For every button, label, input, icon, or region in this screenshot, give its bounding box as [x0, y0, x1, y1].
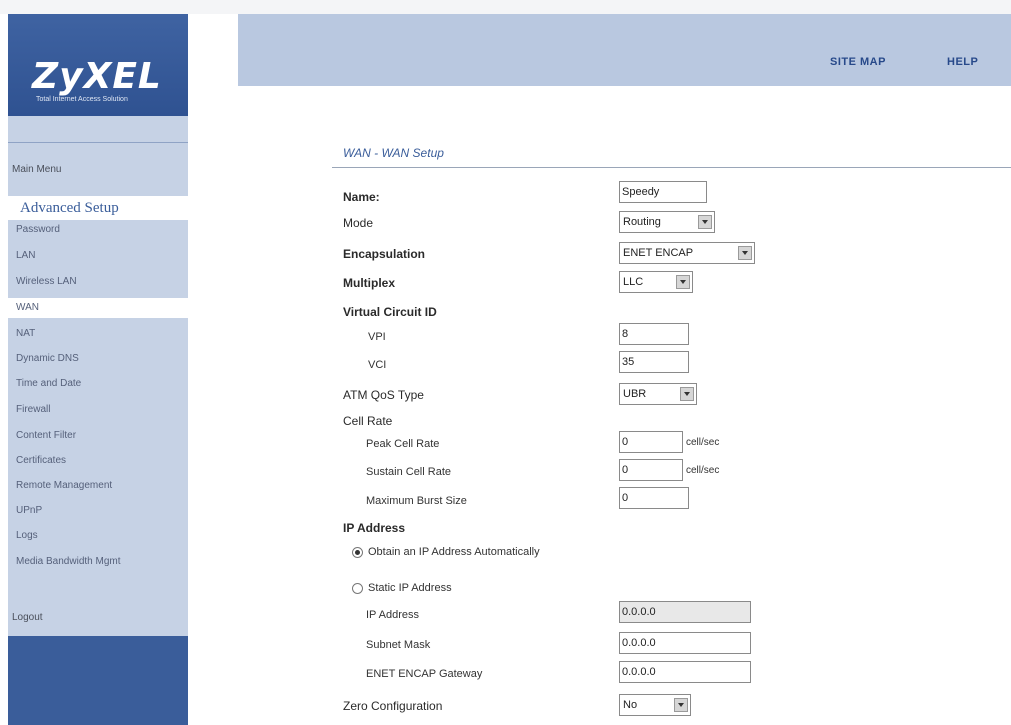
- vci-label: VCI: [368, 359, 387, 371]
- sidebar-item-logs[interactable]: Logs: [16, 530, 38, 541]
- chevron-down-icon: [674, 698, 688, 712]
- atm-qos-label: ATM QoS Type: [343, 388, 424, 402]
- page-title: WAN - WAN Setup: [343, 146, 444, 160]
- subnet-mask-label: Subnet Mask: [366, 639, 431, 651]
- sustain-cell-rate-input[interactable]: 0: [619, 459, 683, 481]
- help-link[interactable]: HELP: [947, 56, 978, 68]
- sidebar-item-dynamic-dns[interactable]: Dynamic DNS: [16, 353, 79, 364]
- sidebar-item-certificates[interactable]: Certificates: [16, 455, 66, 466]
- gateway-label: ENET ENCAP Gateway: [366, 668, 483, 680]
- chevron-down-icon: [698, 215, 712, 229]
- chevron-down-icon: [680, 387, 694, 401]
- sidebar-item-content-filter[interactable]: Content Filter: [16, 430, 76, 441]
- sidebar-item-wan-label: WAN: [16, 302, 39, 313]
- gateway-input[interactable]: 0.0.0.0: [619, 661, 751, 683]
- virtual-circuit-label: Virtual Circuit ID: [343, 305, 437, 319]
- ip-address-label: IP Address: [366, 609, 419, 621]
- sustain-cell-rate-label: Sustain Cell Rate: [366, 466, 451, 478]
- zyxel-logo: ZyXEL: [32, 56, 162, 97]
- multiplex-select[interactable]: LLC: [619, 271, 693, 293]
- vci-input[interactable]: 35: [619, 351, 689, 373]
- multiplex-value: LLC: [623, 276, 644, 288]
- sidebar-item-nat[interactable]: NAT: [16, 328, 35, 339]
- main-menu-link[interactable]: Main Menu: [12, 164, 61, 175]
- sidebar-item-remote-management[interactable]: Remote Management: [16, 480, 112, 491]
- menu-separator: [8, 142, 188, 143]
- chevron-down-icon: [676, 275, 690, 289]
- vpi-label: VPI: [368, 331, 386, 343]
- encapsulation-select[interactable]: ENET ENCAP: [619, 242, 755, 264]
- vpi-input[interactable]: 8: [619, 323, 689, 345]
- peak-cell-rate-label: Peak Cell Rate: [366, 438, 440, 450]
- max-burst-size-input[interactable]: 0: [619, 487, 689, 509]
- sustain-cell-rate-unit: cell/sec: [686, 465, 720, 476]
- encapsulation-label: Encapsulation: [343, 247, 426, 261]
- logo-tagline: Total Internet Access Solution: [36, 96, 128, 103]
- peak-cell-rate-input[interactable]: 0: [619, 431, 683, 453]
- chevron-down-icon: [738, 246, 752, 260]
- multiplex-label: Multiplex: [343, 276, 396, 290]
- logout-link[interactable]: Logout: [12, 612, 43, 623]
- sidebar-item-password[interactable]: Password: [16, 224, 60, 235]
- name-label: Name:: [343, 190, 380, 204]
- ip-address-input[interactable]: 0.0.0.0: [619, 601, 751, 623]
- static-ip-radio[interactable]: [352, 583, 363, 594]
- top-band: [0, 0, 1011, 14]
- atm-qos-value: UBR: [623, 388, 647, 400]
- sidebar: ZyXEL Total Internet Access Solution Mai…: [8, 14, 188, 725]
- sidebar-item-wireless-lan[interactable]: Wireless LAN: [16, 276, 77, 287]
- peak-cell-rate-unit: cell/sec: [686, 437, 720, 448]
- sidebar-item-wan[interactable]: WAN: [8, 298, 188, 318]
- site-map-link[interactable]: SITE MAP: [830, 56, 886, 68]
- sidebar-item-firewall[interactable]: Firewall: [16, 404, 50, 415]
- zero-config-select[interactable]: No: [619, 694, 691, 716]
- sidebar-item-media-bandwidth[interactable]: Media Bandwidth Mgmt: [16, 556, 121, 567]
- sidebar-item-time-and-date[interactable]: Time and Date: [16, 378, 81, 389]
- max-burst-size-label: Maximum Burst Size: [366, 495, 467, 507]
- name-input[interactable]: Speedy: [619, 181, 707, 203]
- logo-area: ZyXEL Total Internet Access Solution: [8, 14, 188, 116]
- advanced-setup-label: Advanced Setup: [20, 200, 119, 216]
- subnet-mask-input[interactable]: 0.0.0.0: [619, 632, 751, 654]
- header-bar: SITE MAP HELP: [238, 14, 1011, 86]
- atm-qos-select[interactable]: UBR: [619, 383, 697, 405]
- mode-label: Mode: [343, 216, 374, 230]
- cell-rate-label: Cell Rate: [343, 414, 393, 428]
- static-ip-label: Static IP Address: [368, 582, 452, 594]
- mode-select[interactable]: Routing: [619, 211, 715, 233]
- ip-address-section-label: IP Address: [343, 521, 406, 535]
- zero-config-value: No: [623, 699, 638, 711]
- title-rule: [332, 167, 1011, 168]
- obtain-ip-radio[interactable]: [352, 547, 363, 558]
- advanced-setup-heading: Advanced Setup: [8, 196, 188, 220]
- sidebar-item-upnp[interactable]: UPnP: [16, 505, 42, 516]
- obtain-ip-label: Obtain an IP Address Automatically: [368, 546, 540, 558]
- zero-config-label: Zero Configuration: [343, 699, 443, 713]
- encapsulation-value: ENET ENCAP: [623, 247, 694, 259]
- sidebar-item-lan[interactable]: LAN: [16, 250, 35, 261]
- mode-value: Routing: [623, 216, 661, 228]
